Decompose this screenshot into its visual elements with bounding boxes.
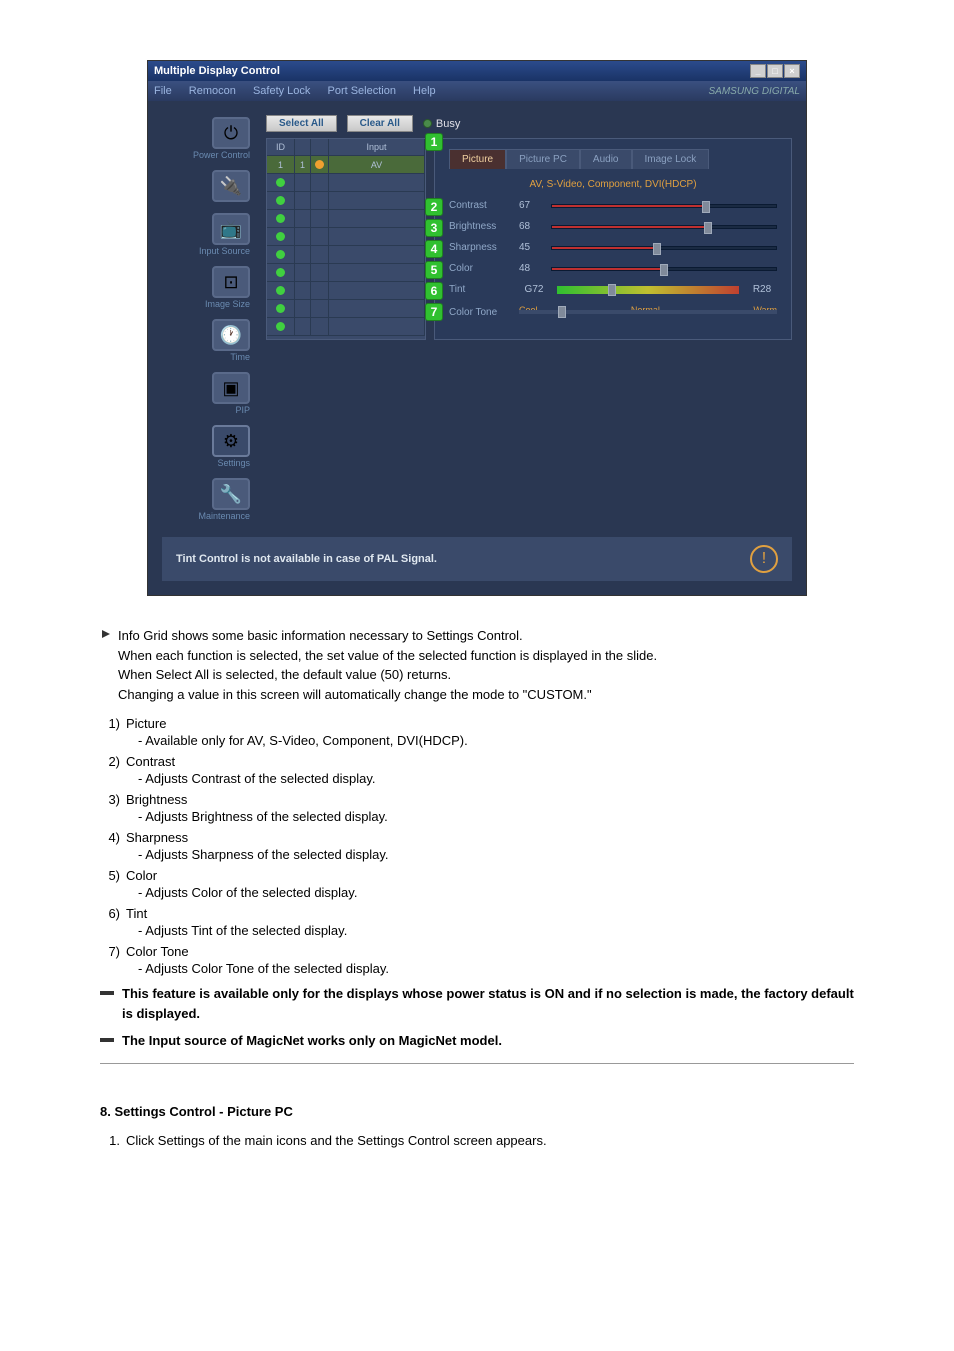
contrast-slider[interactable] [551,204,777,208]
sidebar-item-input-source[interactable]: 📺Input Source [162,211,252,258]
sidebar-item-power-control[interactable]: ⏻Power Control [162,115,252,162]
color-value: 48 [519,263,543,274]
grid-header-id: ID [267,139,295,156]
info-text: Info Grid shows some basic information n… [118,626,657,704]
signal-icon [276,232,285,241]
menu-remocon[interactable]: Remocon [189,85,236,97]
grid-row[interactable] [267,174,425,192]
tab-audio[interactable]: Audio [580,149,632,169]
signal-icon [315,160,324,169]
tab-picture[interactable]: Picture [449,149,506,169]
maximize-button[interactable]: □ [767,64,783,78]
brightness-label: Brightness [449,221,511,232]
mode-label: AV, S-Video, Component, DVI(HDCP) [449,179,777,190]
note-bullet-icon [100,991,114,995]
signal-icon [276,286,285,295]
tint-left: G72 [519,284,549,295]
menu-port-selection[interactable]: Port Selection [327,85,395,97]
menu-file[interactable]: File [154,85,172,97]
badge-6: 6 [425,282,443,300]
menu-bar: File Remocon Safety Lock Port Selection … [148,81,806,101]
status-text: Tint Control is not available in case of… [176,553,437,565]
badge-1: 1 [425,133,443,151]
section-title: 8. Settings Control - Picture PC [100,1104,854,1119]
color-label: Color [449,263,511,274]
color-slider[interactable] [551,267,777,271]
settings-panel: 1 Picture Picture PC Audio Image Lock AV… [434,138,792,340]
sharpness-label: Sharpness [449,242,511,253]
grid-row[interactable] [267,318,425,336]
menu-help[interactable]: Help [413,85,436,97]
badge-3: 3 [425,219,443,237]
sharpness-value: 45 [519,242,543,253]
note: This feature is available only for the d… [100,984,854,1023]
sharpness-slider[interactable] [551,246,777,250]
list-item: 1)Picture- Available only for AV, S-Vide… [100,716,854,748]
signal-icon [276,304,285,313]
triangle-bullet-icon [100,628,112,640]
grid-row[interactable] [267,264,425,282]
select-all-button[interactable]: Select All [266,115,337,132]
grid-row[interactable] [267,192,425,210]
close-button[interactable]: × [784,64,800,78]
brand-label: SAMSUNG DIGITAL [709,86,801,97]
signal-icon [276,322,285,331]
sidebar-item-time[interactable]: 🕐Time [162,317,252,364]
grid-row[interactable] [267,228,425,246]
color-tone-slider[interactable]: Cool Normal Warm [519,305,777,319]
color-tone-label: Color Tone [449,307,511,318]
list-item: 6)Tint- Adjusts Tint of the selected dis… [100,906,854,938]
sidebar-item-2[interactable]: 🔌 [162,168,252,205]
tint-right: R28 [747,284,777,295]
sidebar-item-maintenance[interactable]: 🔧Maintenance [162,476,252,523]
sidebar: ⏻Power Control 🔌 📺Input Source ⊡Image Si… [162,115,252,523]
list-item: 5)Color- Adjusts Color of the selected d… [100,868,854,900]
tint-slider[interactable] [557,286,739,294]
sidebar-item-pip[interactable]: ▣PIP [162,370,252,417]
info-grid: ID Input 1 1 AV [266,138,426,340]
contrast-value: 67 [519,200,543,211]
signal-icon [276,250,285,259]
sidebar-item-image-size[interactable]: ⊡Image Size [162,264,252,311]
signal-icon [276,214,285,223]
divider [100,1063,854,1064]
app-window: Multiple Display Control _ □ × File Remo… [147,60,807,596]
list-item: 7)Color Tone- Adjusts Color Tone of the … [100,944,854,976]
grid-row[interactable] [267,246,425,264]
list-item: 3)Brightness- Adjusts Brightness of the … [100,792,854,824]
list-item: 2)Contrast- Adjusts Contrast of the sele… [100,754,854,786]
grid-row[interactable] [267,282,425,300]
title-bar: Multiple Display Control _ □ × [148,61,806,81]
badge-4: 4 [425,240,443,258]
status-bar: Tint Control is not available in case of… [162,537,792,581]
busy-indicator: Busy [423,118,460,130]
tab-image-lock[interactable]: Image Lock [632,149,710,169]
badge-7: 7 [425,303,443,321]
clear-all-button[interactable]: Clear All [347,115,413,132]
menu-safety-lock[interactable]: Safety Lock [253,85,310,97]
list-item: 4)Sharpness- Adjusts Sharpness of the se… [100,830,854,862]
window-title: Multiple Display Control [154,65,280,77]
minimize-button[interactable]: _ [750,64,766,78]
badge-2: 2 [425,198,443,216]
signal-icon [276,268,285,277]
brightness-value: 68 [519,221,543,232]
tint-label: Tint [449,284,511,295]
contrast-label: Contrast [449,200,511,211]
tab-picture-pc[interactable]: Picture PC [506,149,580,169]
note: The Input source of MagicNet works only … [100,1031,854,1051]
brightness-slider[interactable] [551,225,777,229]
grid-row[interactable] [267,210,425,228]
signal-icon [276,196,285,205]
grid-header-input: Input [329,139,425,156]
signal-icon [276,178,285,187]
grid-row[interactable] [267,300,425,318]
sidebar-item-settings[interactable]: ⚙Settings [162,423,252,470]
step: 1. Click Settings of the main icons and … [100,1133,854,1148]
power-icon: ! [750,545,778,573]
note-bullet-icon [100,1038,114,1042]
badge-5: 5 [425,261,443,279]
grid-row[interactable]: 1 1 AV [267,156,425,174]
